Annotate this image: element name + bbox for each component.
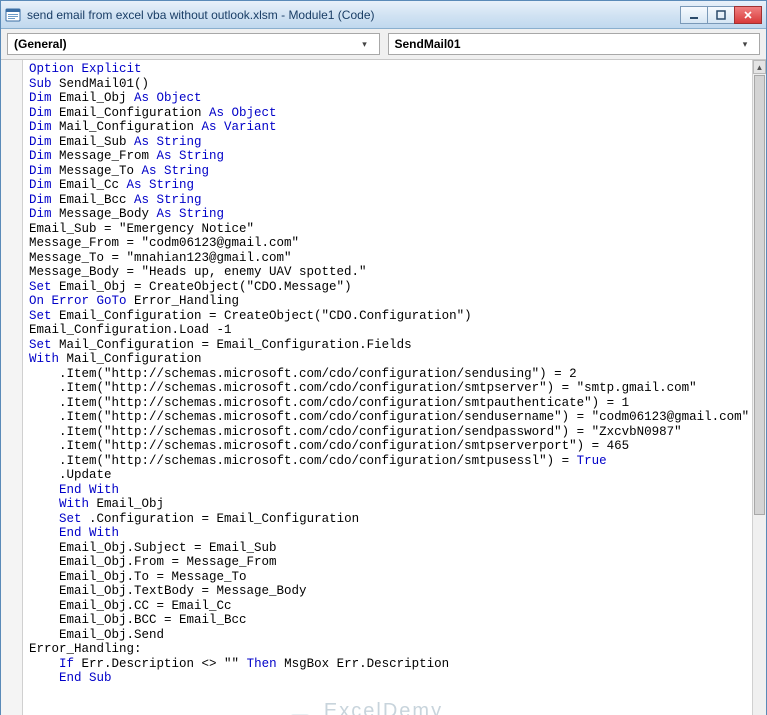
object-selector-value: (General) (14, 37, 357, 51)
window-titlebar: send email from excel vba without outloo… (1, 1, 766, 29)
chevron-down-icon: ▾ (357, 39, 373, 50)
code-margin (1, 60, 23, 715)
minimize-button[interactable] (680, 6, 708, 24)
close-button[interactable] (734, 6, 762, 24)
procedure-selector[interactable]: SendMail01 ▾ (388, 33, 761, 55)
scrollbar-thumb[interactable] (754, 75, 765, 515)
chevron-down-icon: ▾ (737, 39, 753, 50)
object-selector[interactable]: (General) ▾ (7, 33, 380, 55)
vertical-scrollbar[interactable]: ▲ (752, 60, 766, 715)
selector-row: (General) ▾ SendMail01 ▾ (1, 29, 766, 60)
window-title: send email from excel vba without outloo… (27, 8, 681, 22)
maximize-button[interactable] (707, 6, 735, 24)
code-editor[interactable]: Option Explicit Sub SendMail01() Dim Ema… (1, 60, 766, 715)
window-controls (681, 6, 762, 24)
code-content[interactable]: Option Explicit Sub SendMail01() Dim Ema… (29, 62, 752, 715)
scroll-up-arrow-icon[interactable]: ▲ (753, 60, 766, 74)
app-icon (5, 7, 21, 23)
procedure-selector-value: SendMail01 (395, 37, 738, 51)
